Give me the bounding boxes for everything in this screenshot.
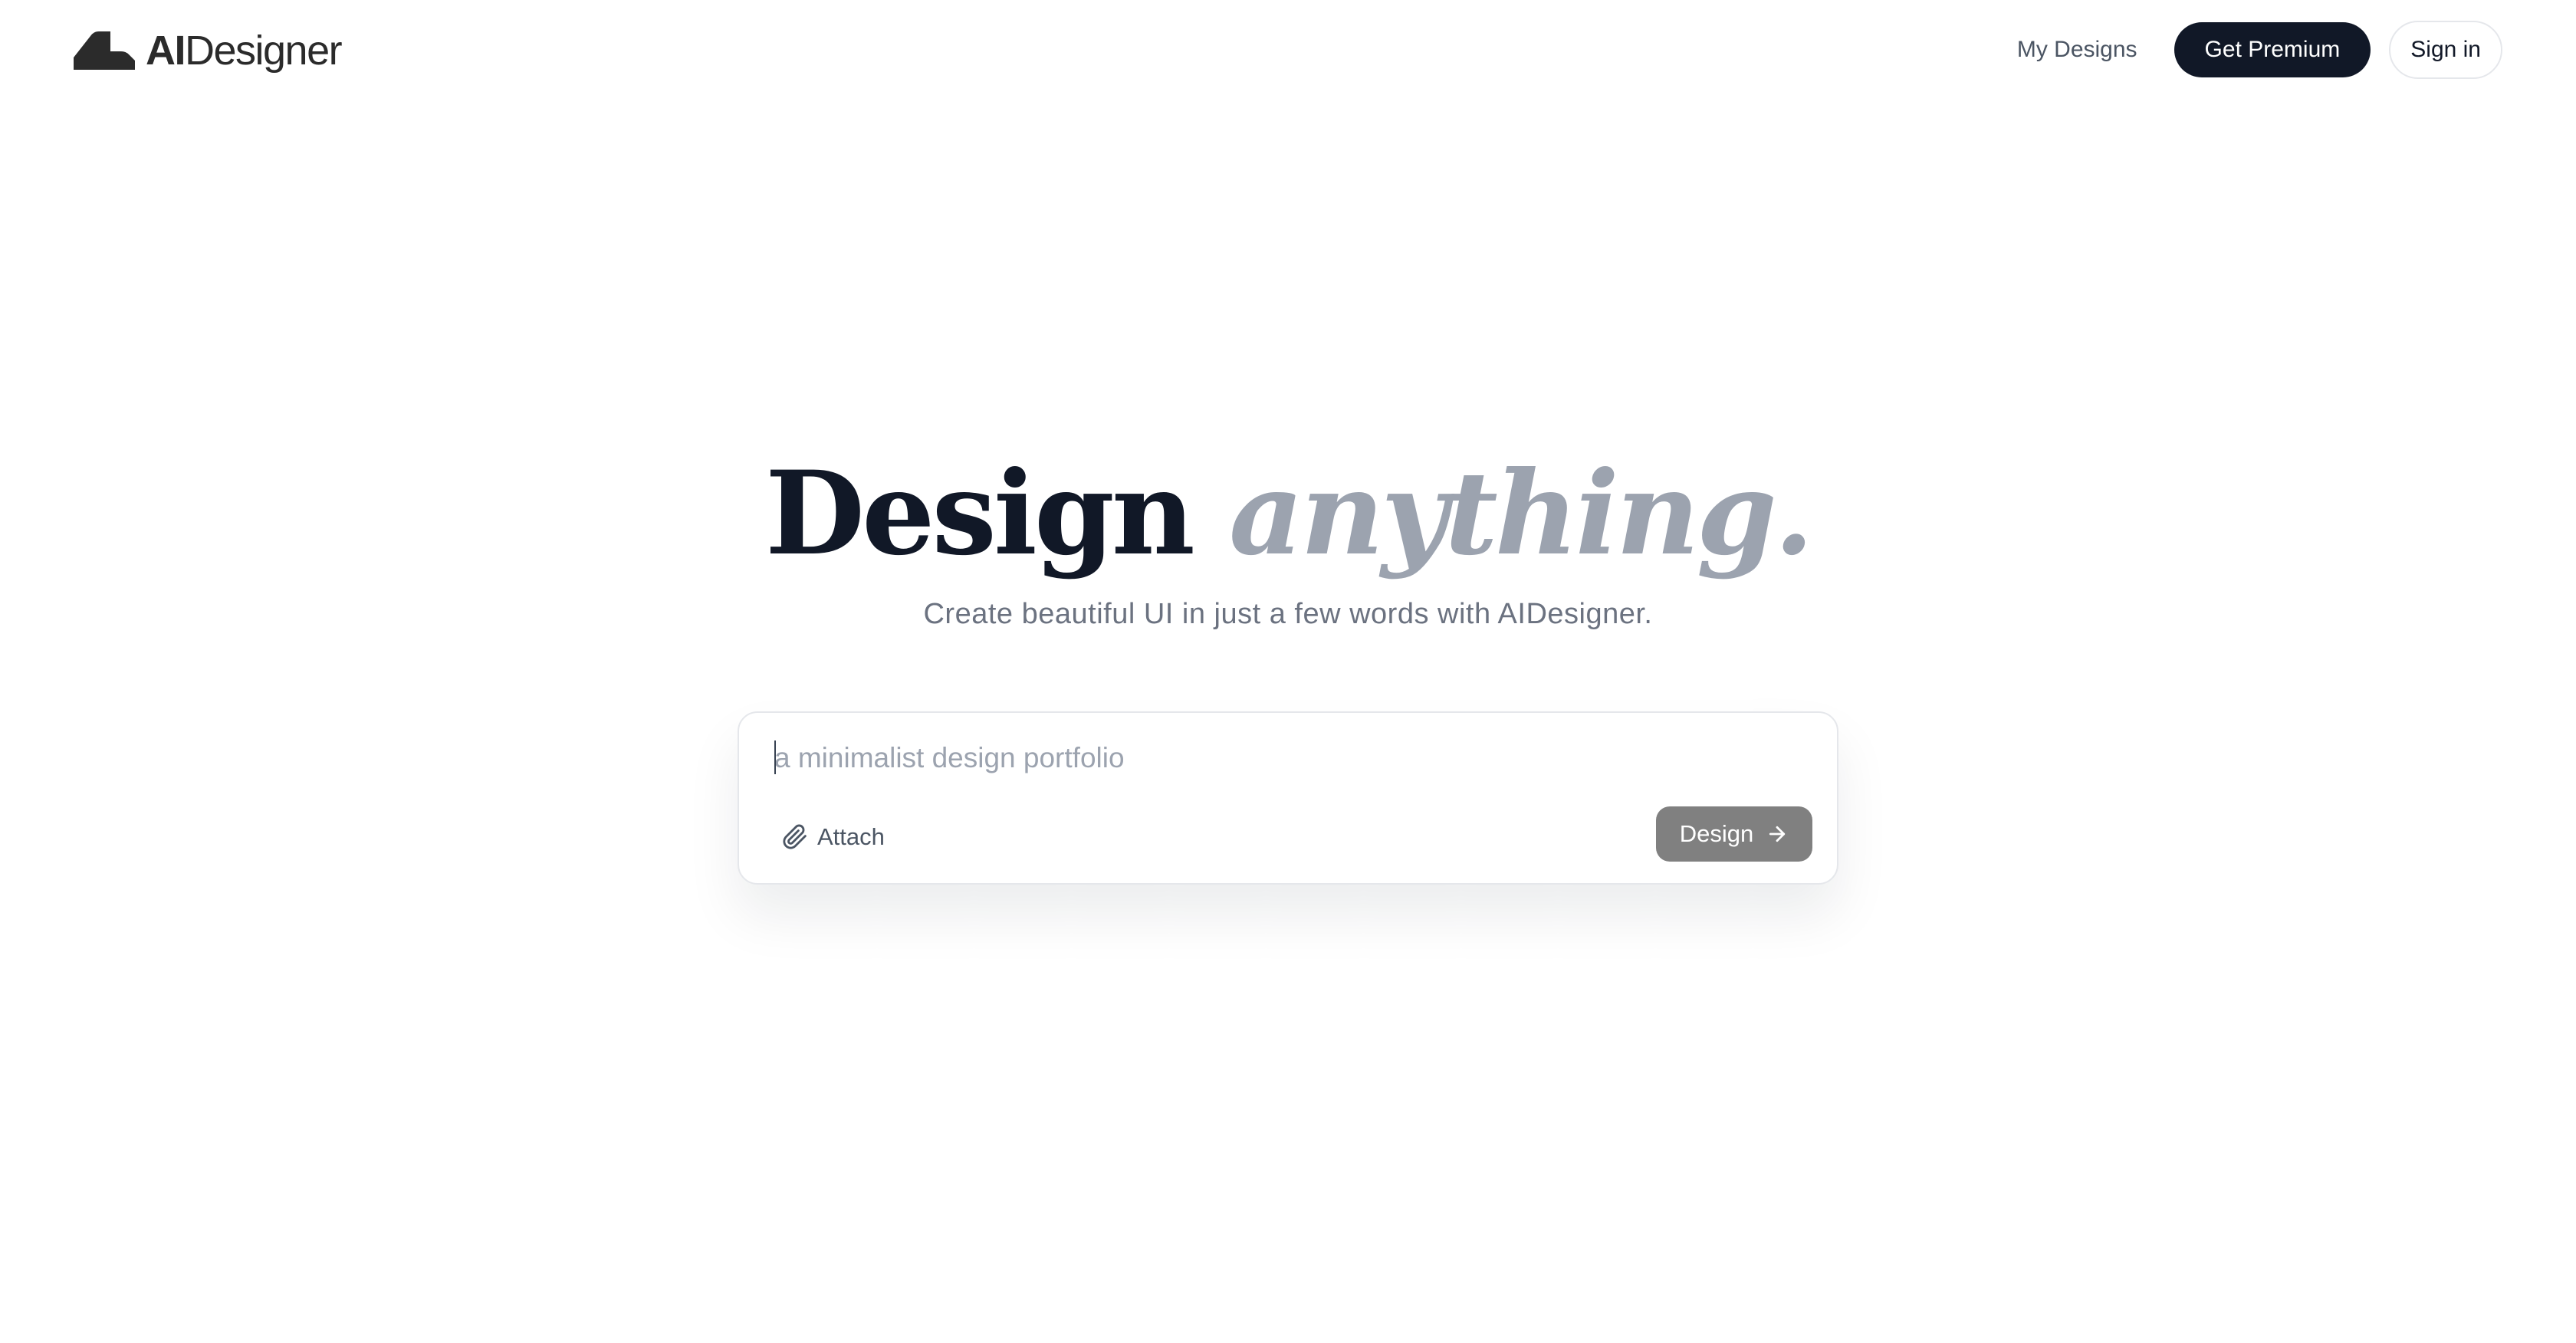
design-submit-label: Design xyxy=(1679,820,1754,847)
header-actions: My Designs Get Premium Sign in xyxy=(2017,21,2502,79)
brand-name-regular: Designer xyxy=(185,28,343,74)
my-designs-link[interactable]: My Designs xyxy=(2017,37,2137,63)
logo-mark-icon xyxy=(74,31,135,70)
design-submit-button[interactable]: Design xyxy=(1656,806,1812,862)
page: AIDesigner My Designs Get Premium Sign i… xyxy=(0,0,2576,1343)
attach-button[interactable]: Attach xyxy=(782,819,885,855)
arrow-right-icon xyxy=(1769,826,1786,842)
top-nav-bar: AIDesigner My Designs Get Premium Sign i… xyxy=(0,0,2576,100)
brand-name: AIDesigner xyxy=(146,28,343,74)
prompt-card: Attach Design xyxy=(738,711,1838,885)
text-caret xyxy=(774,740,776,774)
brand-name-bold: AI xyxy=(146,28,186,74)
brand-logo[interactable]: AIDesigner xyxy=(74,28,343,74)
hero-subtitle: Create beautiful UI in just a few words … xyxy=(923,598,1653,630)
hero-title-main: Design xyxy=(764,446,1195,581)
hero-title-accent: anything. xyxy=(1229,446,1814,581)
attach-label: Attach xyxy=(817,823,885,850)
hero-title: Design anything. xyxy=(0,448,2576,579)
prompt-input[interactable] xyxy=(773,734,1773,782)
sign-in-button[interactable]: Sign in xyxy=(2389,21,2502,79)
get-premium-button[interactable]: Get Premium xyxy=(2174,22,2371,77)
paperclip-icon xyxy=(783,824,807,849)
